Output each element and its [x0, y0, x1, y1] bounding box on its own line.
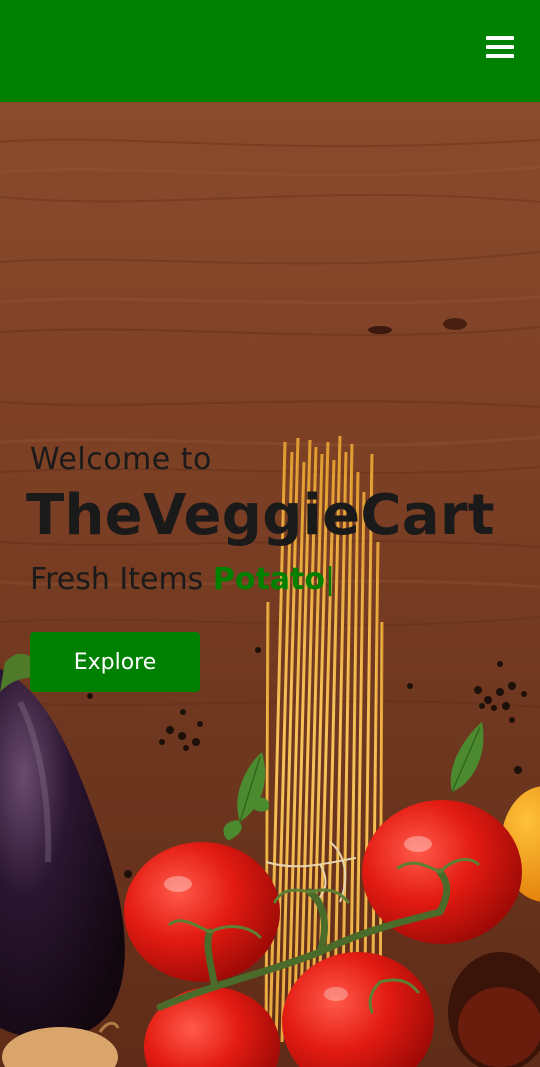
hamburger-menu-icon[interactable] [486, 34, 514, 60]
tagline: Fresh Items Potato| [30, 560, 335, 600]
typed-item-text: Potato [212, 562, 325, 597]
page: Welcome to TheVeggieCart Fresh Items Pot… [0, 0, 540, 1067]
welcome-heading: Welcome to [30, 442, 212, 477]
tagline-prefix: Fresh Items [30, 562, 204, 597]
top-navbar [0, 0, 540, 102]
brand-title: TheVeggieCart [26, 483, 495, 548]
typing-cursor: | [325, 562, 336, 597]
explore-button[interactable]: Explore [30, 632, 200, 692]
